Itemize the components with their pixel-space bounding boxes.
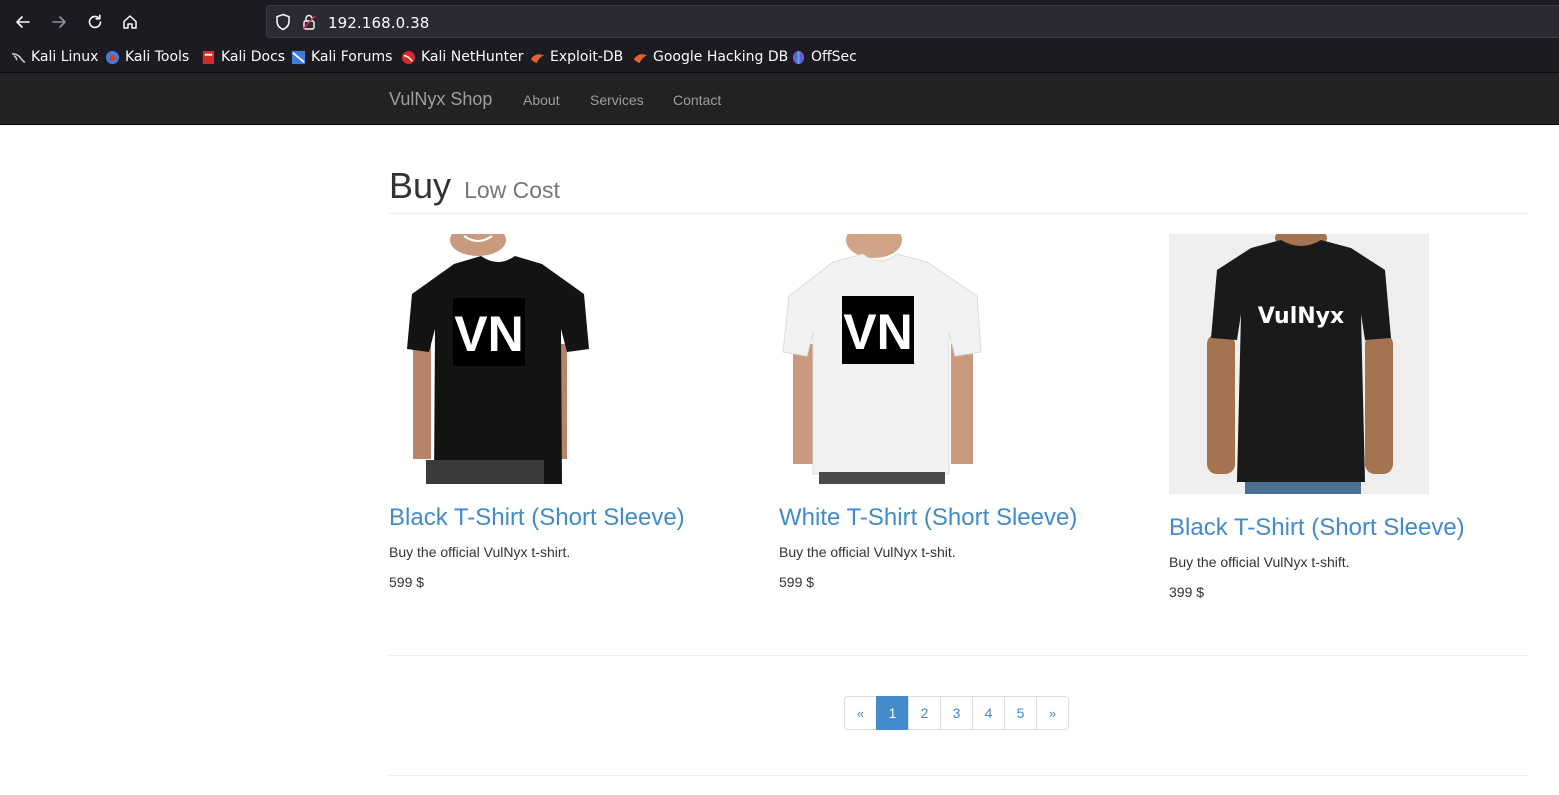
site-navbar: VulNyx Shop About Services Contact bbox=[0, 73, 1559, 125]
bookmark-label: Kali Forums bbox=[311, 49, 393, 65]
bookmark-offsec[interactable]: OffSec bbox=[791, 49, 857, 65]
back-arrow-icon bbox=[16, 16, 30, 28]
product-image[interactable]: VN bbox=[389, 234, 649, 484]
reload-button[interactable] bbox=[83, 10, 107, 34]
divider bbox=[389, 655, 1529, 656]
pagination-page-1[interactable]: 1 bbox=[876, 696, 909, 730]
kali-forums-icon bbox=[291, 50, 306, 64]
pagination-page-3[interactable]: 3 bbox=[940, 696, 973, 730]
black-tshirt-image: VN bbox=[389, 234, 649, 484]
bookmark-kali-docs[interactable]: Kali Docs bbox=[201, 49, 285, 65]
product-title-link[interactable]: Black T-Shirt (Short Sleeve) bbox=[1169, 514, 1529, 542]
white-tshirt-image: VN bbox=[779, 234, 1039, 484]
pagination-next[interactable]: » bbox=[1036, 696, 1069, 730]
bookmark-google-hacking-db[interactable]: Google Hacking DB bbox=[633, 49, 788, 65]
bookmark-exploit-db[interactable]: Exploit-DB bbox=[530, 49, 623, 65]
product-description: Buy the official VulNyx t-shit. bbox=[779, 544, 956, 560]
page-header: Buy Low Cost bbox=[389, 163, 1529, 214]
home-button[interactable] bbox=[118, 10, 142, 34]
bookmark-label: Kali Linux bbox=[31, 49, 99, 65]
pagination-page-4[interactable]: 4 bbox=[972, 696, 1005, 730]
url-text[interactable]: 192.168.0.38 bbox=[328, 14, 429, 32]
product-price: 599 $ bbox=[779, 574, 815, 590]
bookmark-label: Kali Docs bbox=[221, 49, 286, 65]
pagination-prev[interactable]: « bbox=[844, 696, 877, 730]
home-icon bbox=[123, 15, 137, 29]
product-card: VulNyx Black T-Shirt (Short Sleeve) Buy … bbox=[1169, 234, 1529, 600]
kali-nethunter-icon bbox=[401, 50, 416, 64]
back-button[interactable] bbox=[11, 10, 35, 34]
product-image[interactable]: VN bbox=[779, 234, 1039, 484]
exploit-db-icon bbox=[530, 53, 545, 63]
tracking-shield-icon[interactable] bbox=[275, 13, 291, 31]
product-card: VN Black T-Shirt (Short Sleeve) Buy the … bbox=[389, 234, 749, 590]
ghdb-icon bbox=[633, 53, 648, 63]
product-description: Buy the official VulNyx t-shirt. bbox=[389, 544, 571, 560]
bookmark-label: OffSec bbox=[811, 49, 857, 65]
pagination: « 1 2 3 4 5 » bbox=[844, 696, 1069, 730]
navbar-brand[interactable]: VulNyx Shop bbox=[389, 89, 492, 110]
vulnyx-logo-text: VulNyx bbox=[1258, 304, 1344, 329]
bookmarks-bar: Kali Linux Kali Tools Kali Docs Kali For… bbox=[0, 43, 1559, 73]
kali-tools-icon bbox=[105, 50, 120, 64]
bookmark-label: Exploit-DB bbox=[550, 49, 624, 65]
bookmark-label: Kali Tools bbox=[125, 49, 190, 65]
pagination-page-2[interactable]: 2 bbox=[908, 696, 941, 730]
forward-arrow-icon bbox=[52, 16, 66, 28]
browser-toolbar: 192.168.0.38 bbox=[0, 0, 1559, 43]
nav-link-contact[interactable]: Contact bbox=[673, 92, 721, 108]
nav-link-services[interactable]: Services bbox=[590, 92, 644, 108]
nav-link-about[interactable]: About bbox=[523, 92, 560, 108]
pagination-page-5[interactable]: 5 bbox=[1004, 696, 1037, 730]
vn-logo-icon: VN bbox=[454, 306, 523, 362]
forward-button[interactable] bbox=[47, 10, 71, 34]
product-card: VN White T-Shirt (Short Sleeve) Buy the … bbox=[779, 234, 1139, 590]
vn-logo-icon: VN bbox=[843, 304, 912, 360]
kali-docs-icon bbox=[202, 50, 215, 64]
product-description: Buy the official VulNyx t-shift. bbox=[1169, 554, 1350, 570]
address-bar[interactable]: 192.168.0.38 bbox=[266, 5, 1559, 38]
bookmark-kali-nethunter[interactable]: Kali NetHunter bbox=[401, 49, 523, 65]
insecure-lock-icon[interactable] bbox=[302, 13, 316, 31]
product-title-link[interactable]: White T-Shirt (Short Sleeve) bbox=[779, 504, 1139, 532]
product-price: 599 $ bbox=[389, 574, 425, 590]
offsec-icon bbox=[792, 50, 805, 64]
product-price: 399 $ bbox=[1169, 584, 1205, 600]
bookmark-kali-tools[interactable]: Kali Tools bbox=[105, 49, 189, 65]
reload-icon bbox=[88, 14, 102, 29]
bookmark-label: Kali NetHunter bbox=[421, 49, 524, 65]
page-subtitle: Low Cost bbox=[464, 177, 560, 203]
product-image[interactable]: VulNyx bbox=[1169, 234, 1429, 494]
bookmark-label: Google Hacking DB bbox=[653, 49, 789, 65]
divider bbox=[389, 775, 1529, 776]
page-title-text: Buy bbox=[389, 165, 452, 206]
page-title: Buy Low Cost bbox=[389, 163, 1529, 213]
vulnyx-tshirt-image: VulNyx bbox=[1169, 234, 1429, 494]
product-title-link[interactable]: Black T-Shirt (Short Sleeve) bbox=[389, 504, 749, 532]
bookmark-kali-linux[interactable]: Kali Linux bbox=[11, 49, 98, 65]
bookmark-kali-forums[interactable]: Kali Forums bbox=[291, 49, 392, 65]
kali-dragon-icon bbox=[11, 52, 26, 63]
